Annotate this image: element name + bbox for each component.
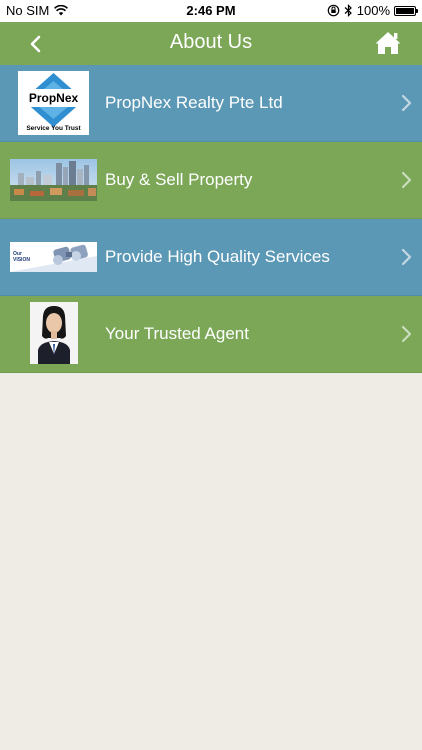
- vision-caption: Our VISION: [13, 251, 30, 263]
- home-icon[interactable]: [374, 30, 402, 56]
- logo-wordmark: PropNex: [28, 91, 79, 105]
- chevron-right-icon: [401, 325, 412, 343]
- rotation-lock-icon: [327, 4, 340, 17]
- empty-content-area: [0, 371, 422, 750]
- menu-item-quality-services[interactable]: Our VISION Provide High Quality Services: [0, 219, 422, 296]
- menu-item-buy-sell[interactable]: Buy & Sell Property: [0, 142, 422, 219]
- status-right: 100%: [327, 3, 418, 18]
- city-skyline-photo: [10, 159, 97, 201]
- battery-percent: 100%: [356, 3, 390, 18]
- menu-item-label: PropNex Realty Pte Ltd: [105, 93, 283, 112]
- bluetooth-icon: [344, 4, 352, 17]
- chevron-right-icon: [401, 248, 412, 266]
- battery-icon: [394, 5, 418, 16]
- chevron-right-icon: [401, 171, 412, 189]
- nav-bar: About Us: [0, 22, 422, 65]
- menu-item-label: Your Trusted Agent: [105, 324, 249, 343]
- menu-item-label: Buy & Sell Property: [105, 170, 253, 189]
- logo-tagline: Service You Trust: [26, 125, 81, 132]
- menu-item-label: Provide High Quality Services: [105, 247, 330, 266]
- page-title: About Us: [169, 31, 253, 53]
- battery-level-fill: [396, 7, 414, 14]
- vision-binoculars-image: Our VISION: [10, 242, 97, 272]
- about-menu-list: PropNex Service You Trust PropNex Realty…: [0, 65, 422, 373]
- chevron-right-icon: [401, 94, 412, 112]
- status-bar: No SIM 2:46 PM 100%: [0, 0, 422, 22]
- agent-portrait-photo: [30, 302, 78, 364]
- menu-item-trusted-agent[interactable]: Your Trusted Agent: [0, 296, 422, 373]
- menu-item-propnex[interactable]: PropNex Service You Trust PropNex Realty…: [0, 65, 422, 142]
- vision-caption-line2: VISION: [13, 257, 30, 263]
- propnex-logo: PropNex Service You Trust: [18, 71, 89, 135]
